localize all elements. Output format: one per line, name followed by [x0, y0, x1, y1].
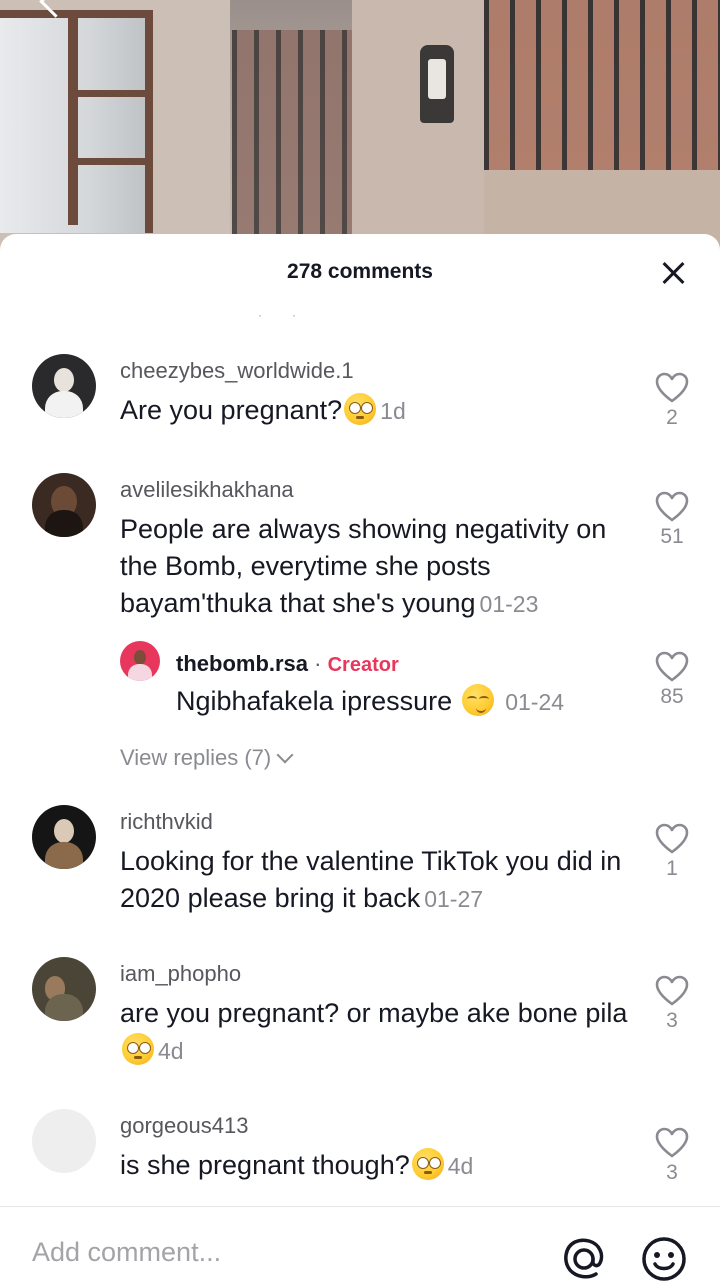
- comment-text: Looking for the valentine TikTok you did…: [120, 843, 630, 918]
- avatar[interactable]: [32, 354, 96, 418]
- like-button[interactable]: 3: [650, 975, 694, 1033]
- heart-icon: [655, 372, 689, 403]
- comment-username[interactable]: iam_phopho: [120, 961, 241, 987]
- comment-text: People are always showing negativity on …: [120, 511, 630, 623]
- comment-body: is she pregnant though?: [120, 1150, 410, 1180]
- comment-username[interactable]: cheezybes_worldwide.1: [120, 358, 354, 384]
- avatar[interactable]: [32, 805, 96, 869]
- reply-username-row: thebomb.rsa · Creator: [176, 651, 399, 677]
- heart-icon: [655, 651, 689, 682]
- add-comment-input[interactable]: [32, 1237, 512, 1268]
- like-button[interactable]: 85: [650, 651, 694, 709]
- creator-badge: Creator: [327, 654, 399, 676]
- comment-time: 01-27: [424, 886, 484, 912]
- drag-handle-dots: ··: [258, 308, 326, 322]
- reply-time: 01-24: [505, 689, 565, 715]
- reply-body: Ngibhafakela ipressure: [176, 686, 453, 716]
- view-replies-link[interactable]: View replies (7): [120, 745, 294, 771]
- comment-username[interactable]: richthvkid: [120, 809, 213, 835]
- video-balcony: [232, 30, 352, 250]
- heart-icon: [655, 975, 689, 1006]
- like-button[interactable]: 2: [650, 372, 694, 430]
- like-count: 3: [666, 1161, 678, 1184]
- comment-username[interactable]: avelilesikhakhana: [120, 477, 294, 503]
- like-button[interactable]: 3: [650, 1127, 694, 1185]
- smirking-face-emoji-icon: [461, 684, 494, 716]
- reply-username[interactable]: thebomb.rsa: [176, 651, 308, 676]
- like-count: 85: [660, 685, 684, 708]
- heart-icon: [655, 1127, 689, 1158]
- avatar[interactable]: [120, 641, 160, 681]
- like-count: 51: [660, 525, 684, 548]
- comments-sheet: 278 comments ·· cheezybes_worldwide.1 Ar…: [0, 234, 720, 1286]
- video-wall-lamp: [420, 45, 454, 123]
- separator-dot: ·: [314, 651, 322, 676]
- comments-count-title: 278 comments: [287, 260, 433, 283]
- like-button[interactable]: 51: [650, 491, 694, 549]
- video-window-frame: [68, 10, 78, 225]
- like-count: 1: [666, 857, 678, 880]
- flushed-face-emoji-icon: [411, 1148, 444, 1180]
- flushed-face-emoji-icon: [122, 1033, 154, 1065]
- video-window-frame: [68, 90, 148, 97]
- like-button[interactable]: 1: [650, 823, 694, 881]
- heart-icon: [655, 823, 689, 854]
- comment-time: 4d: [158, 1038, 184, 1064]
- close-icon[interactable]: [660, 260, 686, 286]
- video-balcony: [484, 0, 720, 170]
- emoji-picker-icon[interactable]: [640, 1235, 688, 1283]
- comment-body: Looking for the valentine TikTok you did…: [120, 846, 622, 913]
- comment-body: Are you pregnant?: [120, 395, 343, 425]
- view-replies-label: View replies (7): [120, 745, 272, 770]
- video-pillar: [352, 0, 484, 260]
- comment-username[interactable]: gorgeous413: [120, 1113, 248, 1139]
- comment-body: are you pregnant? or maybe ake bone pila: [120, 998, 628, 1028]
- comment-time: 4d: [447, 1153, 474, 1179]
- like-count: 3: [666, 1009, 678, 1032]
- reply-text: Ngibhafakela ipressure 01-24: [176, 683, 616, 721]
- avatar[interactable]: [32, 473, 96, 537]
- add-comment-bar: [0, 1206, 720, 1287]
- video-window-frame: [68, 158, 148, 165]
- video-background: [0, 0, 720, 260]
- comments-header: 278 comments: [0, 234, 720, 314]
- like-count: 2: [666, 406, 678, 429]
- comment-text: is she pregnant though? 4d: [120, 1147, 630, 1185]
- flushed-face-emoji-icon: [344, 393, 377, 425]
- heart-icon: [655, 491, 689, 522]
- comment-time: 01-23: [479, 591, 539, 617]
- comment-text: Are you pregnant? 1d: [120, 392, 630, 430]
- avatar[interactable]: [32, 1109, 96, 1173]
- avatar[interactable]: [32, 957, 96, 1021]
- comment-text: are you pregnant? or maybe ake bone pila…: [120, 995, 630, 1070]
- chevron-down-icon: [276, 746, 294, 764]
- mention-at-icon[interactable]: [560, 1235, 608, 1283]
- comment-time: 1d: [380, 398, 406, 424]
